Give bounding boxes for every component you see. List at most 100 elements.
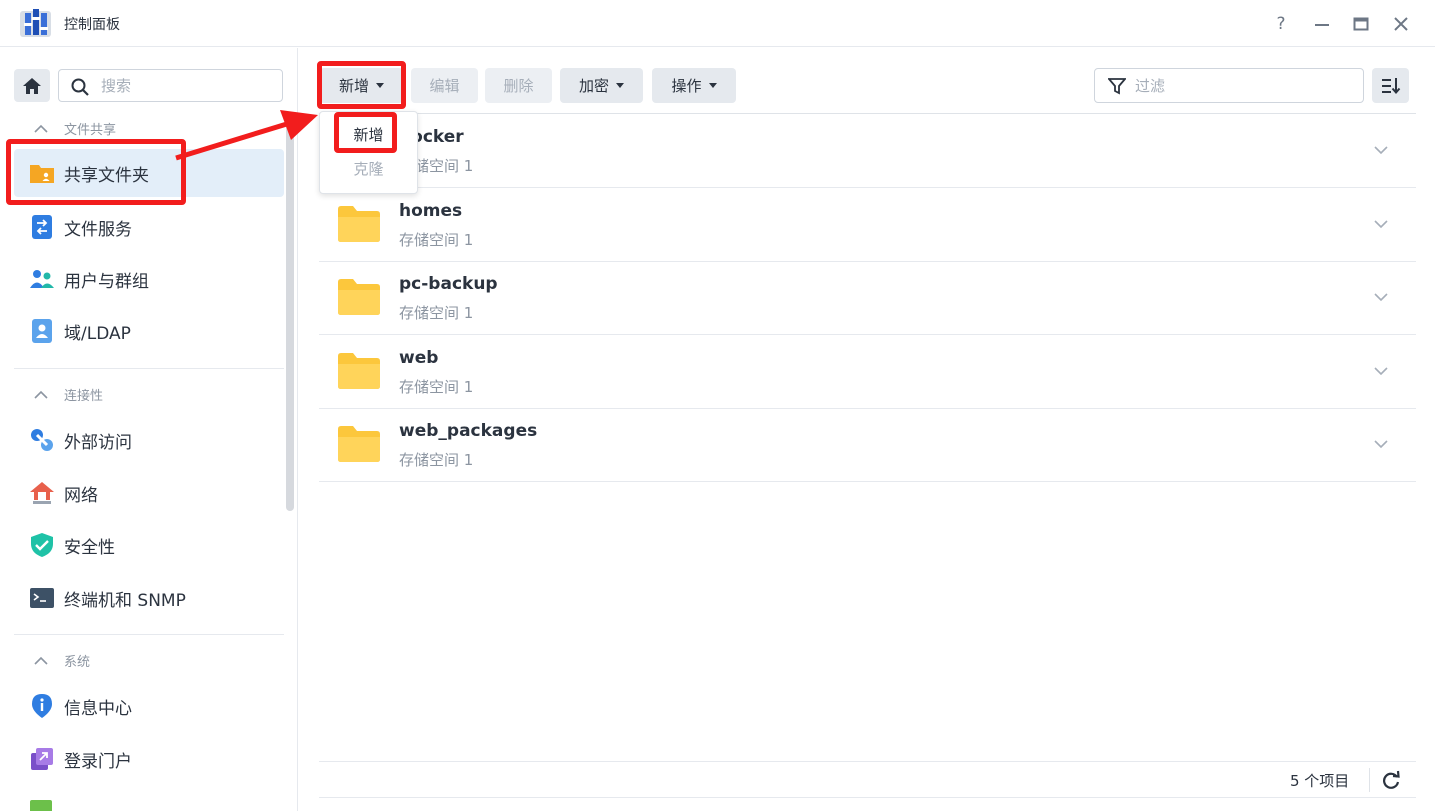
folder-icon — [338, 352, 380, 389]
footer-divider — [319, 761, 1416, 762]
sidebar-item-info-center[interactable]: 信息中心 — [14, 682, 284, 730]
sidebar-item-network[interactable]: 网络 — [14, 469, 284, 517]
divider — [14, 634, 284, 635]
minimize-icon[interactable] — [1310, 12, 1334, 36]
sidebar-item-label: 终端机和 SNMP — [64, 590, 186, 611]
sidebar-item-label: 信息中心 — [64, 698, 132, 719]
sidebar-item-label: 网络 — [64, 485, 98, 506]
sidebar-item-users-groups[interactable]: 用户与群组 — [14, 255, 284, 303]
chevron-down-icon[interactable] — [1371, 436, 1391, 452]
sidebar-item-label: 域/LDAP — [64, 323, 131, 344]
folder-volume: 存储空间 1 — [399, 451, 474, 469]
action-button[interactable]: 操作 — [652, 68, 736, 103]
sidebar-item-domain-ldap[interactable]: 域/LDAP — [14, 307, 284, 355]
control-panel-app-icon — [20, 9, 51, 37]
footer-separator — [1369, 768, 1370, 792]
sort-button[interactable] — [1372, 68, 1409, 103]
folder-row[interactable]: web 存储空间 1 — [319, 335, 1416, 409]
chevron-down-icon[interactable] — [1371, 142, 1391, 158]
refresh-icon[interactable] — [1380, 769, 1402, 791]
folder-row[interactable]: docker 存储空间 1 — [319, 114, 1416, 188]
folder-name: homes — [399, 200, 463, 221]
folder-volume: 存储空间 1 — [399, 230, 474, 249]
shared-folder-icon — [28, 159, 56, 187]
dropdown-item-clone[interactable]: 克隆 — [320, 152, 417, 184]
folder-row[interactable]: pc-backup 存储空间 1 — [319, 261, 1416, 335]
sidebar-item-file-services[interactable]: 文件服务 — [14, 203, 284, 251]
external-access-icon — [28, 426, 56, 454]
section-label: 连接性 — [64, 388, 104, 404]
file-services-icon — [28, 213, 56, 241]
maximize-icon[interactable] — [1349, 12, 1373, 36]
chevron-up-icon — [34, 656, 50, 665]
help-icon[interactable]: ? — [1269, 12, 1293, 36]
action-button-label: 操作 — [671, 77, 702, 95]
section-label: 系统 — [64, 654, 91, 670]
section-header-connectivity[interactable]: 连接性 — [34, 384, 103, 404]
sidebar-item-external-access[interactable]: 外部访问 — [14, 416, 284, 464]
chevron-up-icon — [34, 390, 50, 399]
login-portal-icon — [28, 745, 56, 773]
users-groups-icon — [28, 265, 56, 293]
network-icon — [28, 479, 56, 507]
folder-icon — [338, 205, 380, 242]
sidebar-item-label: 安全性 — [64, 537, 115, 558]
sort-icon — [1381, 77, 1400, 94]
partially-visible-icon — [30, 800, 52, 811]
folder-volume: 存储空间 1 — [399, 377, 474, 396]
sidebar-item-label: 共享文件夹 — [64, 165, 149, 186]
edit-button[interactable]: 编辑 — [411, 68, 478, 103]
filter-box — [1094, 68, 1364, 103]
domain-ldap-icon — [28, 317, 56, 345]
shield-icon — [28, 531, 56, 559]
folder-row[interactable]: web_packages 存储空间 1 — [319, 408, 1416, 482]
info-center-icon — [28, 692, 56, 720]
folder-icon — [338, 426, 380, 462]
filter-icon — [1108, 78, 1126, 95]
footer-bottom-border — [319, 797, 1416, 798]
folder-volume: 存储空间 1 — [399, 304, 474, 322]
dropdown-item-create[interactable]: 新增 — [320, 118, 417, 150]
terminal-icon — [28, 584, 56, 612]
sidebar-item-label: 用户与群组 — [64, 271, 149, 292]
sidebar-item-label: 登录门户 — [64, 751, 132, 772]
chevron-up-icon — [34, 124, 50, 133]
sidebar-item-terminal-snmp[interactable]: 终端机和 SNMP — [14, 574, 284, 622]
search-box — [58, 69, 283, 102]
folder-row[interactable]: homes 存储空间 1 — [319, 188, 1416, 262]
create-button-label: 新增 — [338, 77, 369, 95]
sidebar-item-login-portal[interactable]: 登录门户 — [14, 735, 284, 783]
sidebar: 文件共享 共享文件夹 文件服务 用户与群组 域/LDAP 连接性 — [0, 48, 298, 811]
folder-name: web — [399, 347, 439, 368]
section-label: 文件共享 — [64, 122, 117, 138]
search-icon — [71, 78, 89, 96]
caret-down-icon — [376, 83, 384, 88]
item-count: 5 个项目 — [1290, 772, 1350, 790]
filter-input[interactable] — [1135, 76, 1335, 96]
sidebar-scrollbar[interactable] — [286, 116, 294, 511]
section-header-system[interactable]: 系统 — [34, 650, 90, 670]
folder-name: pc-backup — [399, 274, 498, 294]
section-header-file-sharing[interactable]: 文件共享 — [34, 118, 116, 138]
folder-name: web_packages — [399, 421, 538, 441]
create-dropdown-menu: 新增 克隆 — [319, 111, 418, 194]
edit-button-label: 编辑 — [429, 77, 460, 95]
window-title: 控制面板 — [64, 17, 120, 33]
create-button[interactable]: 新增 — [320, 68, 403, 103]
sidebar-item-security[interactable]: 安全性 — [14, 521, 284, 569]
encrypt-button[interactable]: 加密 — [560, 68, 643, 103]
home-button[interactable] — [14, 69, 50, 102]
chevron-down-icon[interactable] — [1371, 216, 1391, 232]
divider — [14, 368, 284, 369]
caret-down-icon — [616, 83, 624, 88]
search-input[interactable] — [101, 76, 271, 96]
chevron-down-icon[interactable] — [1371, 289, 1391, 305]
delete-button-label: 删除 — [503, 77, 534, 95]
home-icon — [23, 77, 41, 94]
sidebar-item-label: 文件服务 — [64, 219, 132, 240]
delete-button[interactable]: 删除 — [485, 68, 552, 103]
close-icon[interactable] — [1389, 12, 1413, 36]
sidebar-item-label: 外部访问 — [64, 432, 132, 453]
chevron-down-icon[interactable] — [1371, 363, 1391, 379]
sidebar-item-shared-folder[interactable]: 共享文件夹 — [14, 149, 284, 197]
